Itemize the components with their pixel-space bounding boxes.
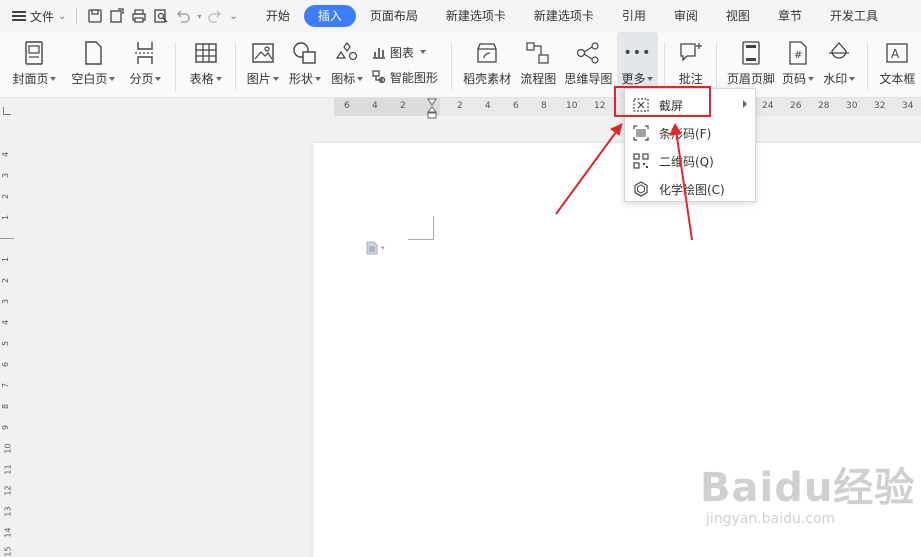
baidu-watermark: Baidu经验 jingyan.baidu.com bbox=[700, 455, 915, 527]
watermark-url: jingyan.baidu.com bbox=[706, 511, 836, 527]
arrowhead-left bbox=[610, 123, 623, 136]
wps-writer-window: { "topbar": { "file_label": "文件", "tabs"… bbox=[0, 0, 921, 557]
arrowhead-right bbox=[669, 122, 682, 136]
arrow-right bbox=[675, 129, 693, 241]
watermark-brand: Baidu经验 bbox=[700, 465, 916, 511]
arrow-left bbox=[555, 127, 620, 215]
